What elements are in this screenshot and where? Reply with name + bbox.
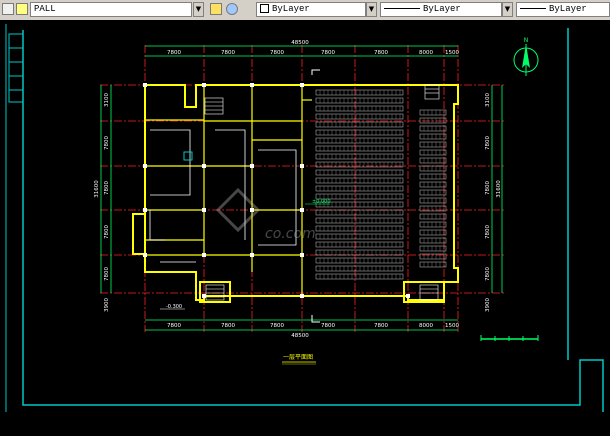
top-dimension: 8000	[419, 50, 433, 56]
right-dimension: 7800	[485, 225, 491, 239]
layer-dropdown-arrow[interactable]: ▼	[193, 2, 204, 17]
layer-previous-icon[interactable]	[226, 3, 238, 15]
exterior-walls	[132, 84, 459, 303]
seat-row	[315, 153, 404, 160]
watermark-text: co.com	[265, 226, 316, 242]
section-mark	[311, 315, 320, 323]
color-value: ByLayer	[272, 4, 310, 14]
left-dimension: 7800	[104, 136, 110, 150]
linetype-value: ByLayer	[423, 4, 461, 14]
section-mark	[311, 69, 320, 75]
right-total-dimension: 31600	[496, 180, 502, 198]
seat-row	[315, 209, 404, 216]
seat-row	[315, 113, 404, 120]
stair-icon	[424, 84, 440, 100]
bottom-dimension: 7800	[374, 323, 388, 329]
seat-row	[315, 137, 404, 144]
north-arrow-icon: N	[513, 37, 539, 76]
plan-title: 一层平面图	[283, 354, 313, 361]
interior-walls	[145, 85, 312, 296]
stair-icon	[205, 284, 225, 301]
right-dimension: 7800	[485, 136, 491, 150]
right-dimension: 3100	[485, 93, 491, 107]
seat-row	[315, 249, 404, 256]
seat-row	[315, 217, 404, 224]
seat-row	[315, 169, 404, 176]
seat-row	[315, 225, 404, 232]
top-dimension: 7800	[374, 50, 388, 56]
drawing-canvas[interactable]: N 48500 7800 7800 7800 7800 7800 8000 15…	[0, 20, 610, 432]
stair-icon	[204, 97, 224, 115]
seat-row	[315, 121, 404, 128]
fixture-icon	[183, 151, 193, 161]
right-dimension: 7800	[485, 267, 491, 281]
bottom-dimension: 7800	[321, 323, 335, 329]
top-dimension: 7800	[270, 50, 284, 56]
top-dimension: 7800	[167, 50, 181, 56]
seat-row	[315, 233, 404, 240]
bottom-dimension: 8000	[419, 323, 433, 329]
left-total-dimension: 31600	[94, 180, 100, 198]
layer-name: PALL	[34, 4, 56, 14]
seat-row	[315, 105, 404, 112]
top-total-dimension: 48500	[291, 40, 309, 46]
stair-icon	[419, 284, 439, 301]
seat-row	[315, 185, 404, 192]
seat-row	[315, 265, 404, 272]
lineweight-value: ByLayer	[549, 4, 587, 14]
bottom-dimension: 7800	[270, 323, 284, 329]
partition-lines	[149, 129, 297, 263]
seat-row	[315, 177, 404, 184]
right-dimension: 7800	[485, 181, 491, 195]
auditorium-seating	[315, 89, 447, 280]
left-dimension: 3900	[104, 298, 110, 312]
left-dimension: 7800	[104, 225, 110, 239]
north-label: N	[524, 37, 529, 44]
lineweight-select[interactable]: ByLayer	[516, 2, 610, 17]
layer-select[interactable]: PALL	[30, 2, 192, 17]
seat-row	[315, 257, 404, 264]
left-dimension: 7800	[104, 181, 110, 195]
linetype-sample-icon	[384, 8, 420, 10]
color-select[interactable]: ByLayer	[256, 2, 366, 17]
left-dimension: 3100	[104, 93, 110, 107]
bottom-total-dimension: 48500	[291, 333, 309, 339]
make-current-layer-icon[interactable]	[210, 3, 222, 15]
scale-bar	[480, 335, 539, 341]
seat-row	[315, 145, 404, 152]
linetype-select[interactable]: ByLayer	[380, 2, 502, 17]
color-dropdown-arrow[interactable]: ▼	[366, 2, 377, 17]
seat-row	[315, 241, 404, 248]
seat-row	[315, 273, 404, 280]
top-dimension: 7800	[321, 50, 335, 56]
color-swatch-icon	[260, 4, 269, 14]
freeze-icon[interactable]	[16, 3, 28, 15]
lineweight-sample-icon	[520, 8, 546, 10]
watermark-logo-icon: co.com	[215, 187, 316, 242]
linetype-dropdown-arrow[interactable]: ▼	[502, 2, 513, 17]
seat-row	[315, 129, 404, 136]
left-dimension: 7800	[104, 267, 110, 281]
floor-plan-drawing: N 48500 7800 7800 7800 7800 7800 8000 15…	[5, 24, 604, 412]
bottom-dimension: 7800	[221, 323, 235, 329]
title-strip	[8, 33, 24, 103]
layer-state-icon[interactable]	[2, 3, 14, 15]
properties-toolbar: PALL ▼ ByLayer ▼ ByLayer ▼ ByLayer	[0, 0, 610, 21]
bottom-dimension: 1500	[445, 323, 459, 329]
right-dimension: 3900	[485, 298, 491, 312]
top-dimension: 1500	[445, 50, 459, 56]
seat-row	[315, 97, 404, 104]
seat-row	[315, 89, 404, 96]
top-dimension: 7800	[221, 50, 235, 56]
bottom-dimension: 7800	[167, 323, 181, 329]
